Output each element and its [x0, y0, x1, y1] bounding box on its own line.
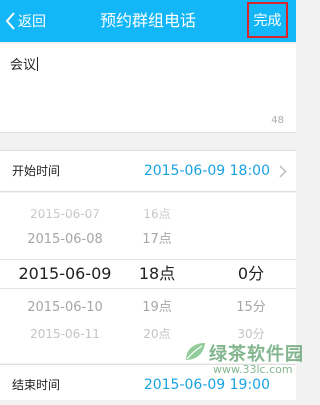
topic-input[interactable]: 会议 48: [0, 44, 296, 133]
chevron-right-icon: [279, 165, 287, 178]
start-time-value: 2015-06-09 18:00: [143, 163, 270, 179]
picker-fade-bottom: [0, 343, 296, 363]
picker-hour-option[interactable]: 18点: [126, 261, 188, 287]
end-time-value: 2015-06-09 19:00: [143, 377, 270, 393]
topic-value: 会议: [10, 58, 37, 73]
picker-minute-option[interactable]: 0分: [220, 261, 282, 287]
picker-hour-option[interactable]: 17点: [126, 227, 188, 253]
done-label: 完成: [253, 13, 282, 29]
picker-row[interactable]: 2015-06-10 19点 15分: [0, 295, 296, 321]
char-counter: 48: [271, 115, 284, 126]
picker-date-option[interactable]: 2015-06-10: [0, 295, 130, 321]
chevron-left-icon: [5, 12, 15, 30]
topic-text: 会议: [10, 54, 39, 73]
picker-minute-option[interactable]: [220, 227, 282, 253]
nav-bar: 返回 预约群组电话 完成: [0, 0, 296, 42]
picker-row[interactable]: 2015-06-08 17点: [0, 227, 296, 253]
picker-date-option[interactable]: 2015-06-08: [0, 227, 130, 253]
start-time-label: 开始时间: [12, 164, 61, 178]
start-time-row[interactable]: 开始时间 2015-06-09 18:00: [0, 150, 296, 192]
done-button[interactable]: 完成: [247, 2, 288, 38]
back-label: 返回: [18, 14, 46, 30]
picker-fade-top: [0, 193, 296, 215]
picker-hour-option[interactable]: 19点: [126, 295, 188, 321]
date-time-picker[interactable]: 2015-06-0716点2015-06-0817点2015-06-0918点0…: [0, 193, 296, 363]
text-cursor: [37, 57, 39, 71]
end-time-row[interactable]: 结束时间 2015-06-09 19:00: [0, 364, 296, 400]
end-time-label: 结束时间: [12, 378, 61, 392]
back-button[interactable]: 返回: [4, 0, 46, 42]
picker-row-selected[interactable]: 2015-06-09 18点 0分: [0, 261, 296, 287]
picker-minute-option[interactable]: 15分: [220, 295, 282, 321]
picker-date-option[interactable]: 2015-06-09: [0, 261, 130, 287]
